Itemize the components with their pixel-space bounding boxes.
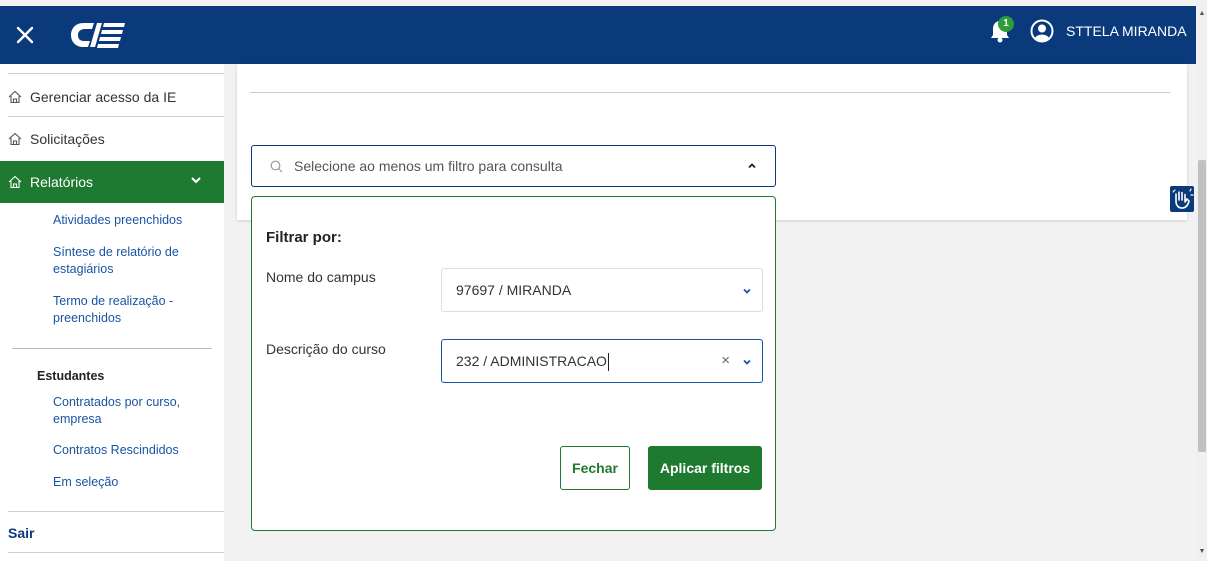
sidebar-divider xyxy=(8,511,224,512)
close-menu-button[interactable] xyxy=(0,6,50,64)
filter-panel-title: Filtrar por: xyxy=(266,229,342,246)
sidebar-divider xyxy=(8,116,224,117)
chevron-down-icon xyxy=(191,177,201,184)
chevron-down-icon xyxy=(743,288,751,294)
ciee-logo xyxy=(71,23,125,48)
curso-select-value: 232 / ADMINISTRACAO xyxy=(456,353,607,369)
sidebar-item-label: Relatórios xyxy=(30,174,94,190)
sidebar-subitem-termo[interactable]: Termo de realização - preenchidos xyxy=(53,293,203,327)
search-icon xyxy=(270,160,283,173)
curso-select-value-wrap: 232 / ADMINISTRACAO xyxy=(456,353,609,372)
user-name[interactable]: STTELA MIRANDA xyxy=(1066,20,1187,42)
clear-icon[interactable]: × xyxy=(721,352,730,369)
accessibility-button[interactable] xyxy=(1170,186,1194,212)
card-divider xyxy=(250,92,1170,93)
home-icon xyxy=(8,175,22,189)
scrollbar-thumb[interactable] xyxy=(1198,160,1206,452)
curso-label: Descrição do curso xyxy=(266,341,386,357)
close-icon xyxy=(16,26,34,44)
scroll-down-arrow[interactable]: ▼ xyxy=(1198,548,1206,556)
campus-select-value: 97697 / MIRANDA xyxy=(456,282,572,298)
sidebar: Gerenciar acesso da IE Solicitações Rela… xyxy=(0,64,224,561)
sidebar-section-estudantes: Estudantes xyxy=(37,369,105,383)
filter-panel: Filtrar por: Nome do campus 97697 / MIRA… xyxy=(251,196,776,531)
campus-label: Nome do campus xyxy=(266,269,376,285)
sidebar-item-label: Solicitações xyxy=(30,131,105,147)
scroll-up-arrow[interactable]: ▲ xyxy=(1198,10,1206,18)
close-filter-button[interactable]: Fechar xyxy=(560,446,630,490)
notification-badge: 1 xyxy=(998,16,1014,32)
curso-select[interactable]: 232 / ADMINISTRACAO × xyxy=(441,339,763,383)
top-header xyxy=(0,6,1196,64)
sidebar-subitem-rescindidos[interactable]: Contratos Rescindidos xyxy=(53,442,179,459)
sidebar-item-gerenciar-acesso[interactable]: Gerenciar acesso da IE xyxy=(8,77,224,117)
sign-language-icon xyxy=(1172,188,1194,209)
sidebar-divider xyxy=(12,348,212,349)
home-icon xyxy=(8,90,22,104)
filter-search-placeholder: Selecione ao menos um filtro para consul… xyxy=(294,158,563,174)
filter-search-input[interactable]: Selecione ao menos um filtro para consul… xyxy=(251,145,776,187)
sidebar-divider xyxy=(8,552,224,553)
sidebar-item-solicitacoes[interactable]: Solicitações xyxy=(8,119,224,159)
sidebar-subitem-contratados[interactable]: Contratados por curso, empresa xyxy=(53,394,203,428)
text-caret xyxy=(607,353,609,372)
campus-select[interactable]: 97697 / MIRANDA xyxy=(441,268,763,312)
logout-link[interactable]: Sair xyxy=(8,525,34,541)
apply-filters-button[interactable]: Aplicar filtros xyxy=(648,446,762,490)
sidebar-subitem-em-selecao[interactable]: Em seleção xyxy=(53,474,118,491)
sidebar-item-label: Gerenciar acesso da IE xyxy=(30,89,177,105)
sidebar-subitem-atividades[interactable]: Atividades preenchidos xyxy=(53,212,182,229)
home-icon xyxy=(8,132,22,146)
chevron-up-icon[interactable] xyxy=(747,161,757,171)
sidebar-item-relatorios[interactable]: Relatórios xyxy=(0,161,224,203)
user-avatar-icon[interactable] xyxy=(1030,19,1054,43)
chevron-down-icon xyxy=(743,359,751,365)
sidebar-subitem-sintese[interactable]: Síntese de relatório de estagiários xyxy=(53,244,203,278)
sidebar-divider xyxy=(8,73,224,74)
